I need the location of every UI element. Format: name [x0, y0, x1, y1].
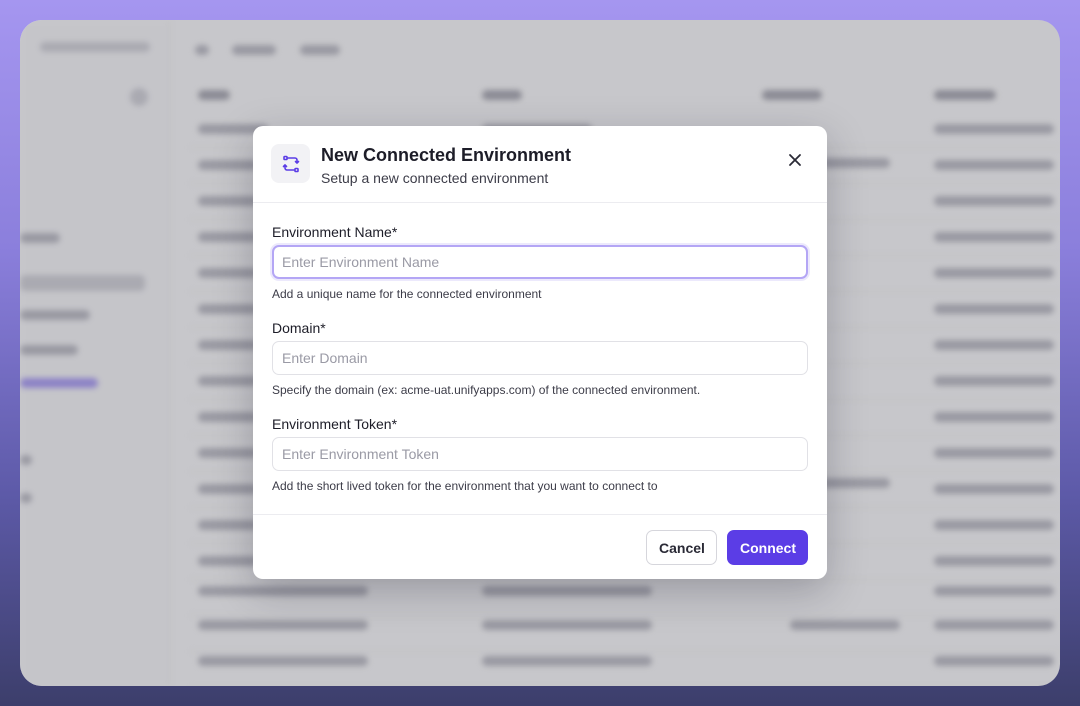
domain-input[interactable] — [272, 341, 808, 375]
dialog-subtitle: Setup a new connected environment — [321, 170, 549, 186]
domain-group: Domain* Specify the domain (ex: acme-uat… — [272, 319, 808, 397]
environment-token-group: Environment Token* Add the short lived t… — [272, 415, 808, 493]
connected-environment-icon — [271, 144, 310, 183]
connect-button[interactable]: Connect — [727, 530, 808, 565]
environment-token-label: Environment Token* — [272, 416, 398, 432]
domain-label: Domain* — [272, 320, 326, 336]
dialog-title: New Connected Environment — [321, 145, 572, 165]
dialog-header: New Connected Environment Setup a new co… — [253, 126, 827, 203]
environment-name-label: Environment Name* — [272, 224, 398, 240]
cancel-button[interactable]: Cancel — [646, 530, 717, 565]
environment-name-help: Add a unique name for the connected envi… — [272, 287, 542, 301]
environment-name-group: Environment Name* Add a unique name for … — [272, 223, 808, 301]
environment-token-input[interactable] — [272, 437, 808, 471]
new-connected-environment-dialog: New Connected Environment Setup a new co… — [253, 126, 827, 579]
domain-help: Specify the domain (ex: acme-uat.unifyap… — [272, 383, 701, 397]
environment-token-help: Add the short lived token for the enviro… — [272, 479, 658, 493]
app-window: New Connected Environment Setup a new co… — [20, 20, 1060, 686]
environment-name-input[interactable] — [272, 245, 808, 279]
close-button[interactable] — [783, 148, 807, 172]
dialog-footer: Cancel Connect — [253, 514, 827, 579]
close-icon — [789, 154, 801, 166]
